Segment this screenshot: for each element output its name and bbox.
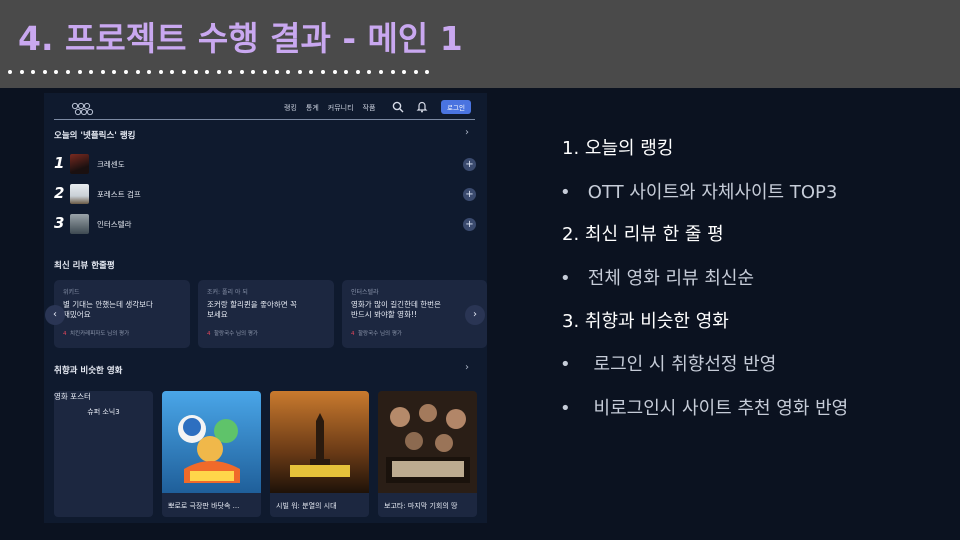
rank-number: 2 [54, 184, 65, 202]
bullet-dot-icon: • [560, 268, 571, 289]
bullet-dot-icon: • [560, 354, 571, 375]
poster-image [270, 391, 369, 493]
bullet-item: • 비로그인시 사이트 추천 영화 반영 [560, 398, 849, 419]
bullet-item: • 로그인 시 취향선정 반영 [560, 354, 777, 375]
slide-header: 4. 프로젝트 수행 결과 - 메인 1 [0, 0, 960, 88]
rank-number: 1 [54, 154, 65, 172]
rank-thumbnail [70, 214, 89, 234]
poster-caption: 보고타: 마지막 기회의 땅 [384, 502, 458, 510]
app-logo[interactable] [70, 102, 96, 116]
rank-row[interactable]: 2 포레스트 검프 + [54, 184, 477, 204]
app-nav: 랭킹 통계 커뮤니티 작품 [284, 103, 375, 113]
login-button[interactable]: 로그인 [441, 100, 471, 114]
poster-caption: 뽀로로 극장판 바닷속 ... [168, 502, 240, 510]
poster-card[interactable]: 영화 포스터 슈퍼 소닉3 [54, 391, 153, 517]
rank-title: 인터스텔라 [97, 220, 132, 229]
rank-number: 3 [54, 214, 65, 232]
review-text: 별 기대는 안했는데 생각보다 재밌어요 [63, 300, 153, 319]
bell-icon[interactable] [416, 100, 428, 113]
poster-image [162, 391, 261, 493]
broken-image-alt: 영화 포스터 [54, 392, 91, 401]
poster-caption: 시빌 워: 분열의 시대 [276, 502, 337, 510]
bullet-dot-icon: • [560, 182, 571, 203]
rank-thumbnail [70, 184, 89, 204]
review-meta: 4 치킨카레피자도 님의 평가 [63, 329, 190, 337]
review-card[interactable]: 위키드 별 기대는 안했는데 생각보다 재밌어요 4 치킨카레피자도 님의 평가 [54, 280, 190, 348]
poster-card[interactable]: 시빌 워: 분열의 시대 [270, 391, 369, 517]
similar-title: 취향과 비슷한 영화 [54, 366, 123, 376]
review-movie: 조커: 폴리 아 되 [207, 289, 248, 296]
add-icon[interactable]: + [463, 188, 476, 201]
search-icon[interactable] [392, 101, 404, 113]
poster-card[interactable]: 뽀로로 극장판 바닷속 ... [162, 391, 261, 517]
rank-title: 포레스트 검프 [97, 190, 141, 199]
bullet-heading: 1. 오늘의 랭킹 [562, 138, 674, 159]
bullet-dot-icon: • [560, 398, 571, 419]
bullet-item: • OTT 사이트와 자체사이트 TOP3 [560, 182, 838, 203]
review-author: 치킨카레피자도 님의 평가 [70, 331, 130, 337]
ranking-title: 오늘의 '넷플릭스' 랭킹 [54, 131, 136, 141]
dot-divider [8, 70, 430, 74]
nav-community[interactable]: 커뮤니티 [328, 103, 354, 113]
rank-title: 크레센도 [97, 160, 125, 169]
review-author: 할랑국수 님의 평가 [358, 331, 402, 337]
heart-count: 4 [207, 331, 211, 337]
review-meta: 4 할랑국수 님의 평가 [207, 329, 334, 337]
bullet-heading: 3. 취향과 비슷한 영화 [562, 311, 729, 332]
slide-title: 4. 프로젝트 수행 결과 - 메인 1 [18, 19, 463, 58]
rank-row[interactable]: 1 크레센도 + [54, 154, 477, 174]
review-author: 할랑국수 님의 평가 [214, 331, 258, 337]
review-meta: 4 할랑국수 님의 평가 [351, 329, 487, 337]
nav-works[interactable]: 작품 [363, 103, 376, 113]
poster-caption: 슈퍼 소닉3 [87, 408, 120, 416]
review-movie: 인터스텔라 [351, 289, 379, 296]
reviews-title: 최신 리뷰 한줄평 [54, 261, 115, 271]
nav-stats[interactable]: 통계 [306, 103, 319, 113]
carousel-next-icon[interactable]: › [465, 305, 485, 325]
poster-card[interactable]: 보고타: 마지막 기회의 땅 [378, 391, 477, 517]
app-topbar: 랭킹 통계 커뮤니티 작품 로그인 [54, 99, 487, 121]
review-card[interactable]: 조커: 폴리 아 되 조커랑 할리퀸을 좋아하면 꼭 보세요 4 할랑국수 님의 … [198, 280, 334, 348]
heart-count: 4 [351, 331, 355, 337]
review-text: 조커랑 할리퀸을 좋아하면 꼭 보세요 [207, 300, 297, 319]
app-screenshot: 랭킹 통계 커뮤니티 작품 로그인 오늘의 '넷플릭스' 랭킹 › 1 크레센도… [44, 93, 487, 523]
bullet-heading: 2. 최신 리뷰 한 줄 평 [562, 224, 724, 245]
similar-more-chevron-icon[interactable]: › [465, 362, 469, 373]
poster-image [378, 391, 477, 493]
rank-row[interactable]: 3 인터스텔라 + [54, 214, 477, 234]
bullet-item: • 전체 영화 리뷰 최신순 [560, 268, 755, 289]
heart-count: 4 [63, 331, 67, 337]
nav-ranking[interactable]: 랭킹 [284, 103, 297, 113]
review-movie: 위키드 [63, 289, 80, 296]
rank-thumbnail [70, 154, 89, 174]
topbar-divider [54, 119, 475, 120]
ranking-more-chevron-icon[interactable]: › [465, 127, 469, 138]
add-icon[interactable]: + [463, 218, 476, 231]
carousel-prev-icon[interactable]: ‹ [45, 305, 65, 325]
add-icon[interactable]: + [463, 158, 476, 171]
